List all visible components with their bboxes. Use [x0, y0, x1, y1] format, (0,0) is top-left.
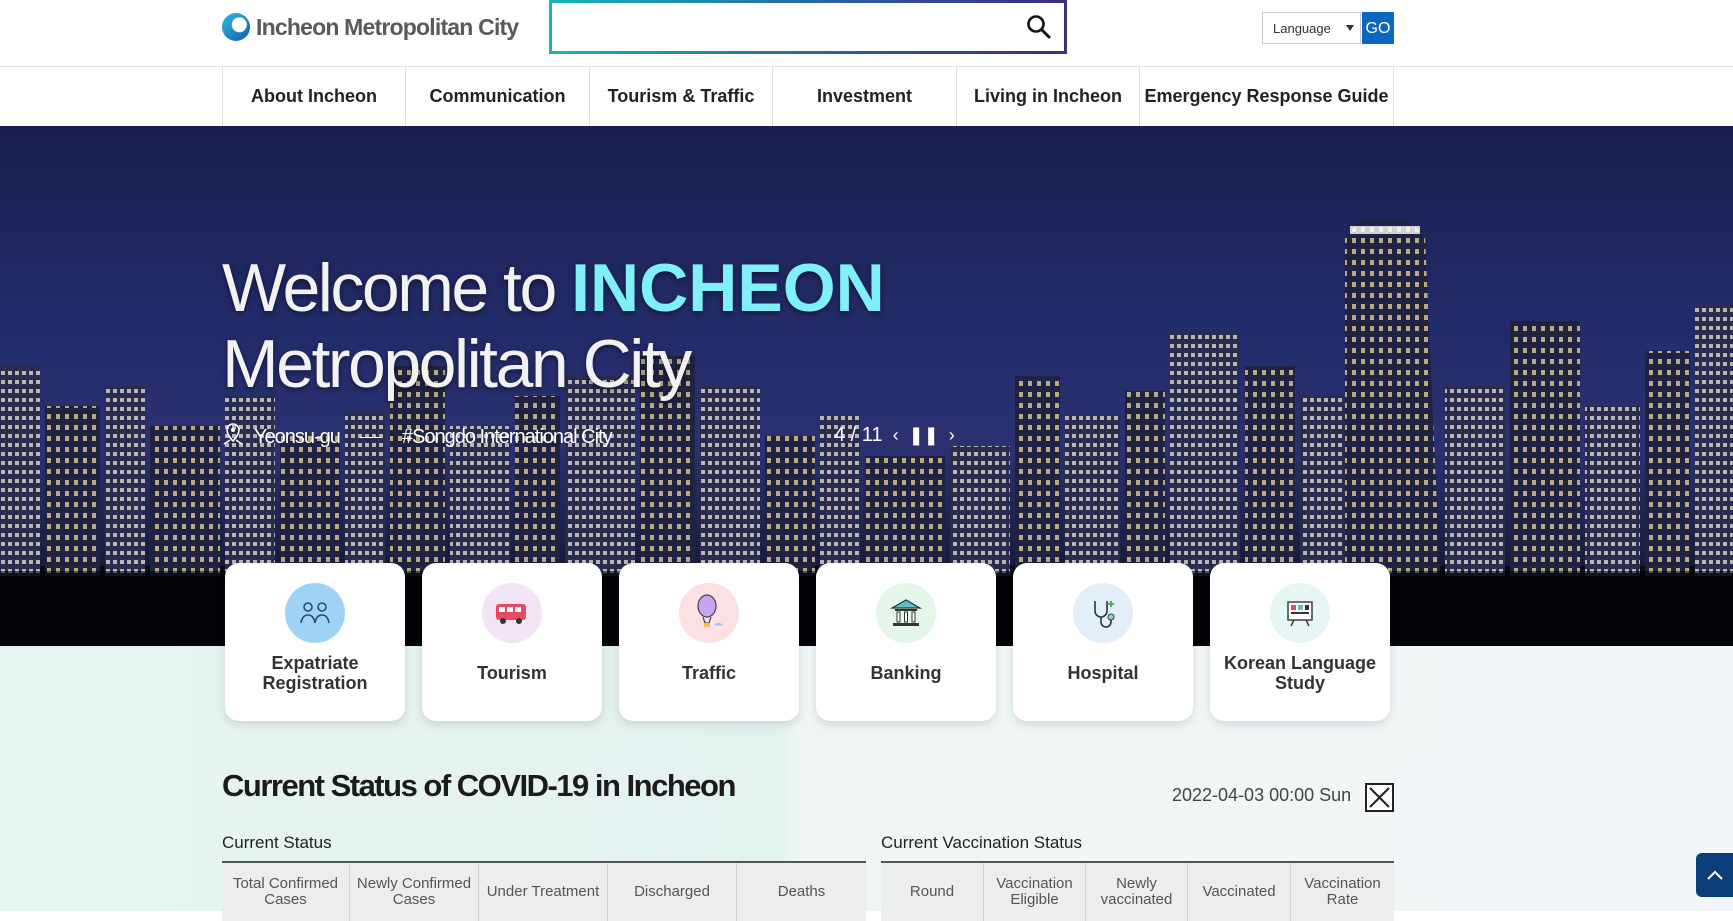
- nav-item-emergency[interactable]: Emergency Response Guide: [1140, 67, 1394, 126]
- covid-update-date: 2022-04-03 00:00 Sun: [1172, 785, 1352, 805]
- nav-item-investment[interactable]: Investment: [773, 67, 957, 126]
- quick-link-tourism[interactable]: Tourism: [422, 563, 602, 721]
- language-select[interactable]: Language: [1262, 12, 1361, 44]
- language-select-label: Language: [1273, 21, 1331, 36]
- table-header-cell: Round: [881, 863, 984, 921]
- quick-link-hospital[interactable]: Hospital: [1013, 563, 1193, 721]
- search-box: [549, 0, 1067, 54]
- location-pin-icon: [222, 422, 244, 452]
- main-nav: About Incheon Communication Tourism & Tr…: [222, 67, 1394, 126]
- table-header-cell: Newly Confirmed Cases: [350, 863, 479, 921]
- covid-section-title: Current Status of COVID-19 in Incheon: [222, 768, 736, 803]
- nav-item-living[interactable]: Living in Incheon: [957, 67, 1140, 126]
- hero-caption: Yeonsu-gu #Songdo International City: [222, 422, 613, 452]
- current-status-title: Current Status: [222, 833, 332, 852]
- balloon-icon: [679, 583, 739, 643]
- next-slide-icon[interactable]: ›: [949, 425, 955, 446]
- table-header-cell: Vaccination Rate: [1304, 875, 1381, 908]
- quick-link-korean-language-study[interactable]: Korean Language Study: [1210, 563, 1390, 721]
- hero-title: Welcome to INCHEON Metropolitan City: [222, 250, 885, 402]
- current-status-table-header: Total Confirmed Cases Newly Confirmed Ca…: [222, 861, 866, 921]
- people-icon: [285, 583, 345, 643]
- slide-controls: 4 / 11 ‹ ❚❚ ›: [834, 424, 955, 447]
- stethoscope-icon: [1073, 583, 1133, 643]
- caption-divider: [359, 436, 382, 438]
- table-header-cell: Newly vaccinated: [1086, 863, 1188, 921]
- pause-icon[interactable]: ❚❚: [909, 425, 939, 446]
- quick-link-banking[interactable]: Banking: [816, 563, 996, 721]
- nav-item-tourism-traffic[interactable]: Tourism & Traffic: [590, 67, 773, 126]
- table-header-cell: Total Confirmed Cases: [222, 863, 350, 921]
- language-go-button[interactable]: GO: [1362, 12, 1394, 44]
- quick-link-label: Expatriate Registration: [262, 653, 368, 693]
- close-button[interactable]: [1365, 783, 1394, 812]
- scroll-to-top-button[interactable]: [1696, 853, 1733, 897]
- table-header-cell: Vaccinated: [1188, 863, 1291, 921]
- hero-title-welcome: Welcome to: [222, 250, 572, 326]
- hero-location: Yeonsu-gu: [254, 425, 341, 448]
- prev-slide-icon[interactable]: ‹: [893, 425, 899, 446]
- chevron-up-icon: [1706, 870, 1723, 880]
- search-icon[interactable]: [1024, 12, 1054, 42]
- table-header-cell: Discharged: [608, 863, 737, 921]
- quick-link-label: Korean Language Study: [1223, 653, 1377, 693]
- quick-link-label: Banking: [870, 663, 942, 683]
- site-header: Incheon Metropolitan City Language GO: [0, 0, 1733, 67]
- hero-hashtag: #Songdo International City: [401, 425, 613, 448]
- quick-link-expatriate-registration[interactable]: Expatriate Registration: [225, 563, 405, 721]
- slide-counter: 4 / 11: [834, 424, 883, 446]
- city-logo-icon: [222, 13, 250, 41]
- quick-link-label: Traffic: [681, 663, 737, 683]
- nav-item-communication[interactable]: Communication: [406, 67, 590, 126]
- bus-icon: [482, 583, 542, 643]
- hero-title-incheon: INCHEON: [571, 250, 885, 326]
- site-logo[interactable]: Incheon Metropolitan City: [222, 12, 519, 42]
- hero-title-line2: Metropolitan City: [222, 326, 692, 402]
- search-input[interactable]: [560, 9, 980, 45]
- vaccination-status-title: Current Vaccination Status: [881, 833, 1082, 852]
- logo-text: Incheon Metropolitan City: [256, 13, 519, 40]
- quick-link-traffic[interactable]: Traffic: [619, 563, 799, 721]
- table-header-cell: Deaths: [777, 883, 826, 900]
- nav-item-about[interactable]: About Incheon: [223, 67, 406, 126]
- table-header-cell: Under Treatment: [479, 863, 608, 921]
- quick-link-label: Tourism: [477, 663, 547, 683]
- language-board-icon: [1270, 583, 1330, 643]
- close-icon: [1369, 787, 1390, 808]
- bank-icon: [876, 583, 936, 643]
- vaccination-status-table-header: Round Vaccination Eligible Newly vaccina…: [881, 861, 1394, 921]
- quick-links: Expatriate Registration Tourism Traffic …: [225, 563, 1390, 721]
- chevron-down-icon: [1346, 25, 1354, 31]
- table-header-cell: Vaccination Eligible: [984, 863, 1086, 921]
- quick-link-label: Hospital: [1067, 663, 1139, 683]
